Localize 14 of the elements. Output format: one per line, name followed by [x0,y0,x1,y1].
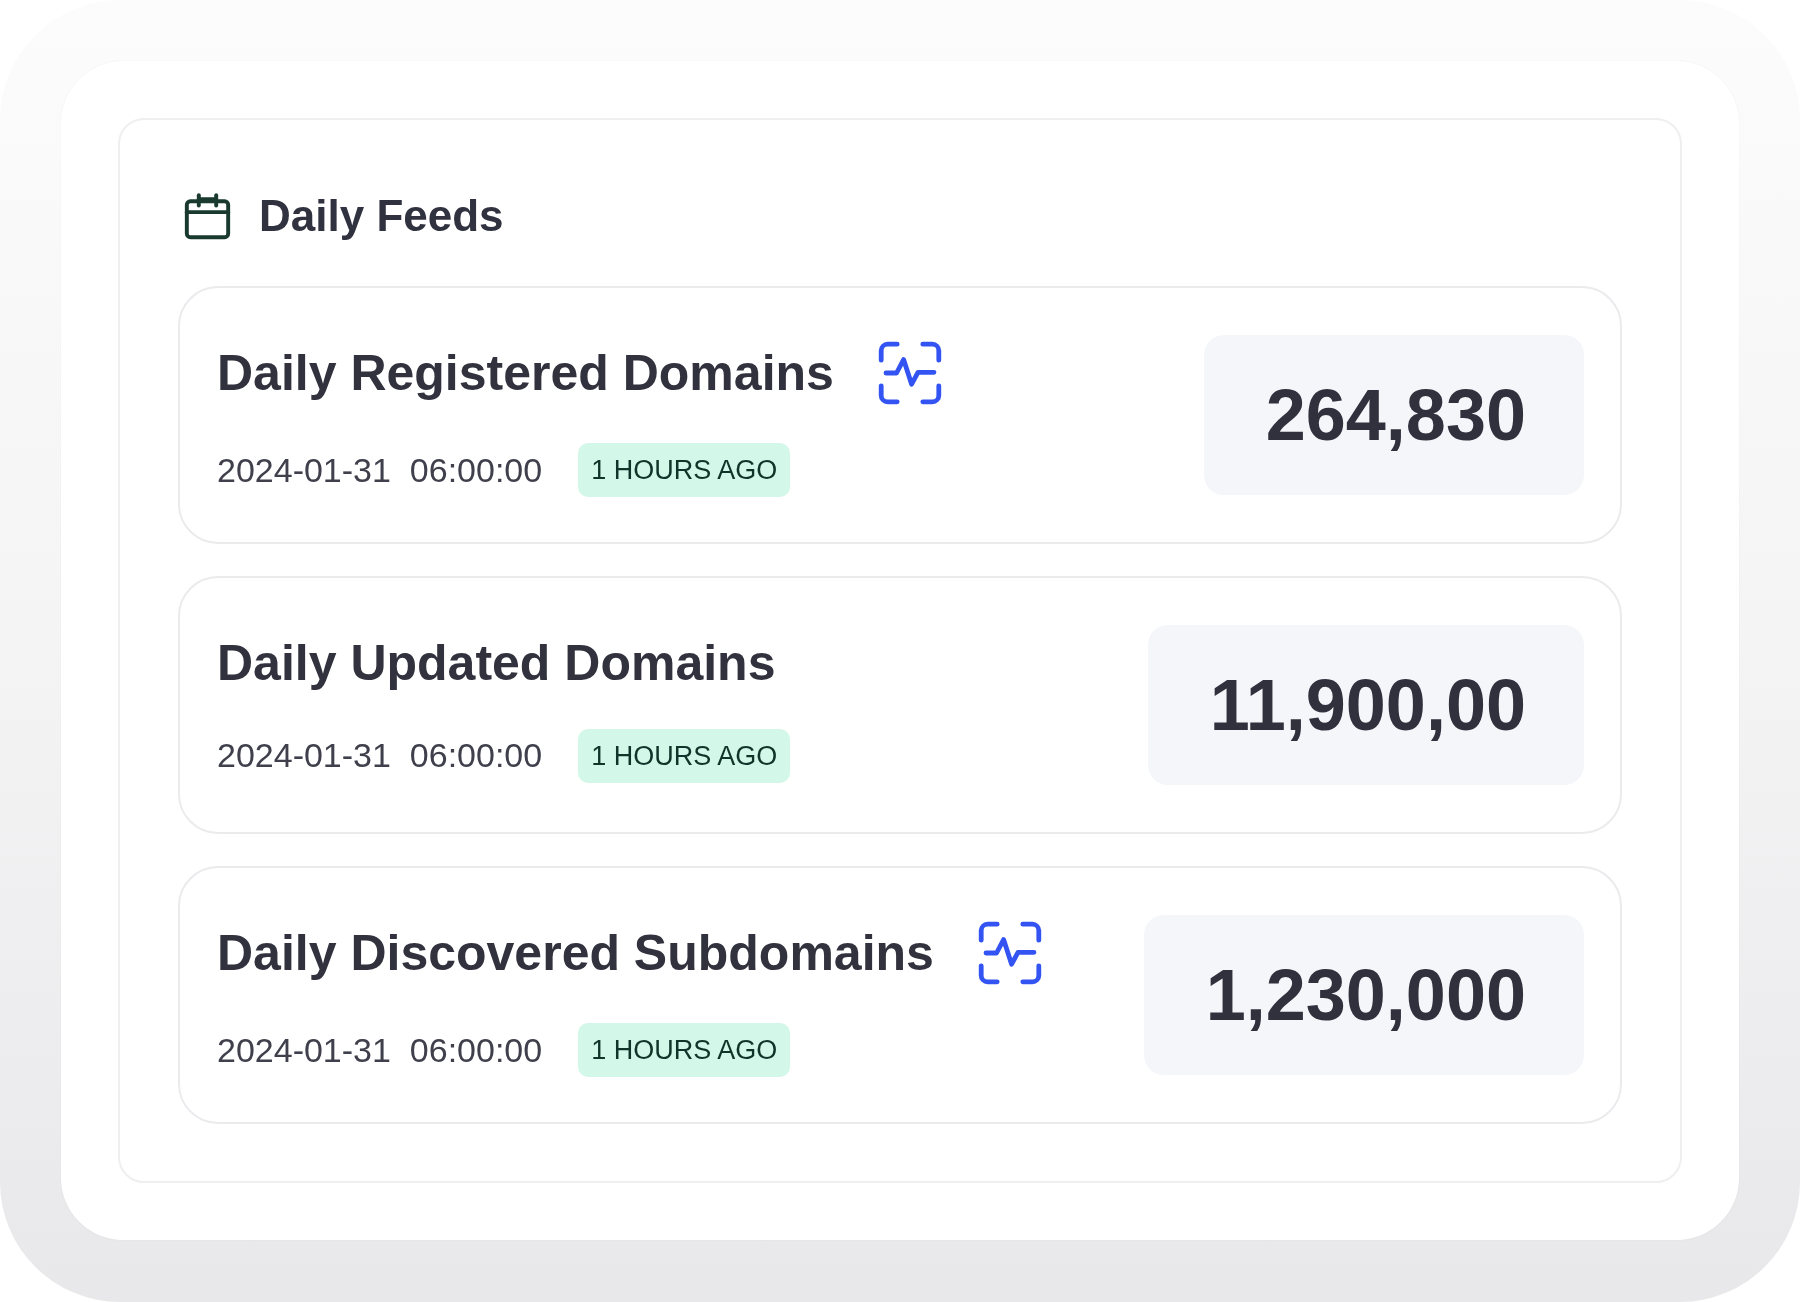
feed-title: Daily Discovered Subdomains [217,925,934,981]
feed-count: 11,900,00 [1147,625,1584,785]
timestamp: 2024-01-31 06:00:00 [217,1029,543,1071]
feed-title: Daily Registered Domains [217,345,834,401]
relative-time-tag: 1 HOURS AGO [578,443,791,497]
relative-time-tag: 1 HOURS AGO [578,728,791,783]
feed-count: 264,830 [1203,335,1584,495]
section-title: Daily Feeds [259,189,504,242]
timestamp: 2024-01-31 06:00:00 [217,449,543,491]
calendar-icon [184,192,231,240]
feed-count: 1,230,000 [1143,915,1584,1075]
timestamp: 2024-01-31 06:00:00 [217,735,543,776]
feed-title: Daily Updated Domains [217,635,776,691]
relative-time-tag: 1 HOURS AGO [578,1023,791,1077]
